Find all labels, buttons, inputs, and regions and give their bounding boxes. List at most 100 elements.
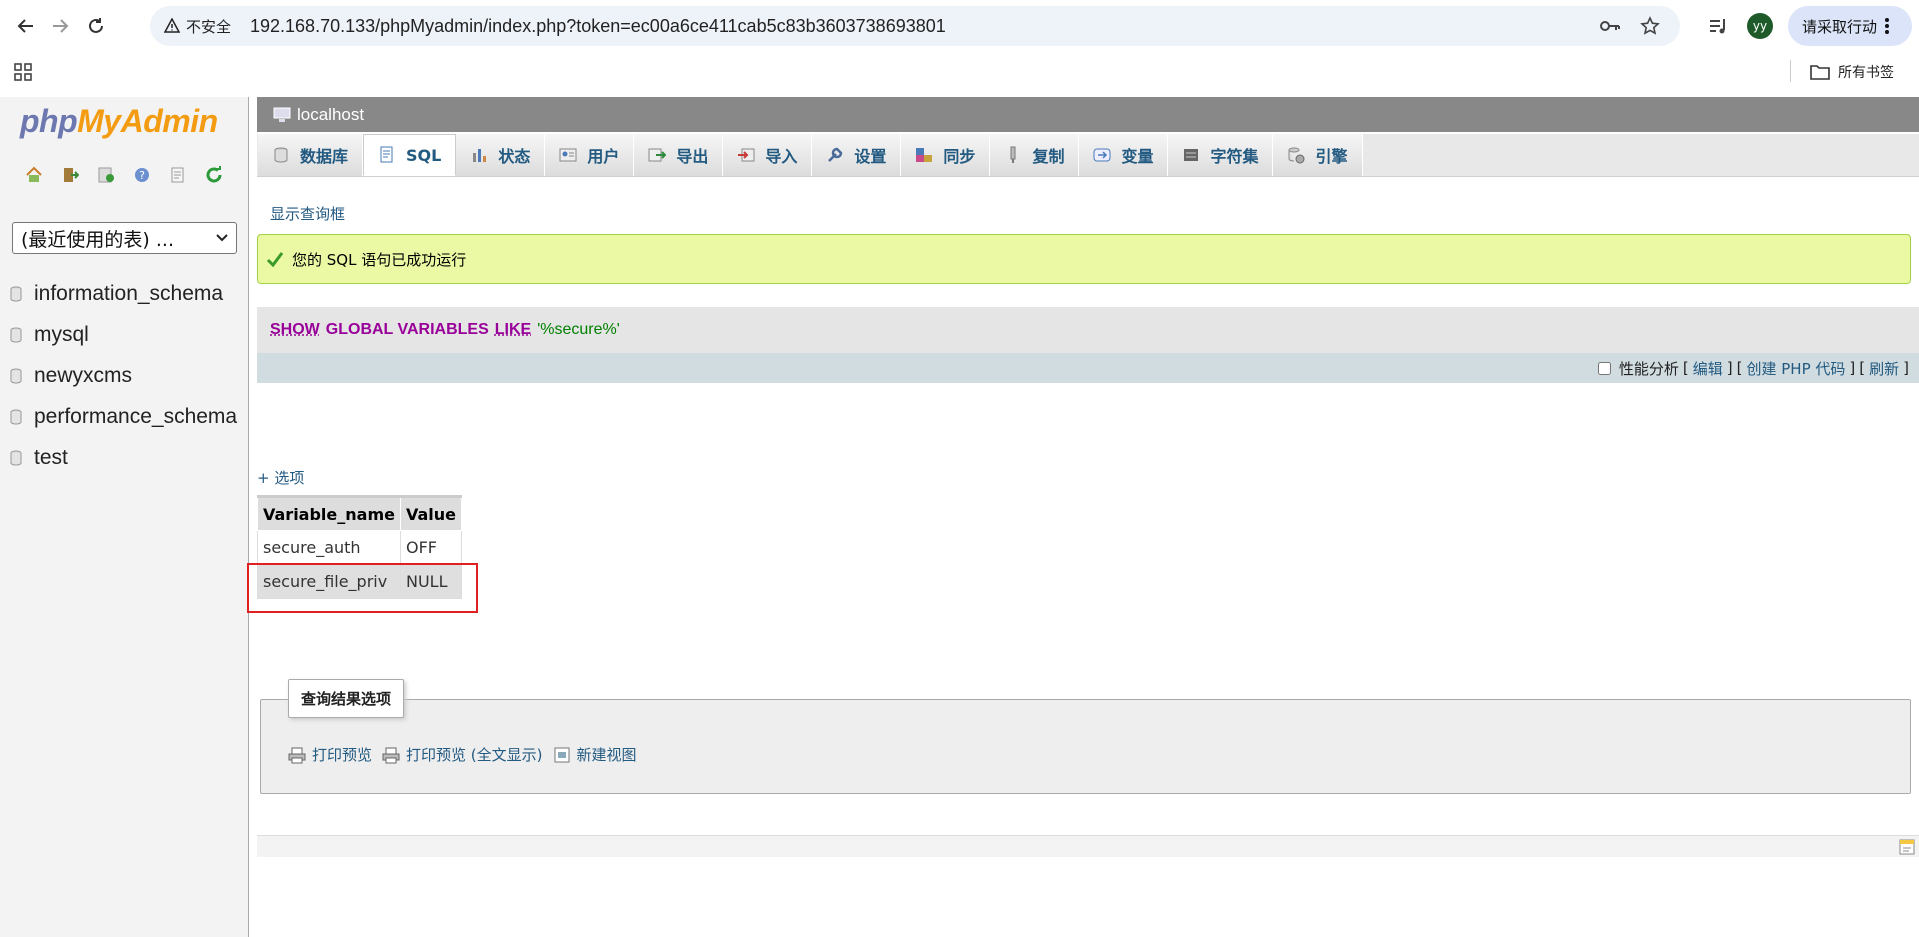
- logout-icon[interactable]: [60, 165, 80, 185]
- top-menu-tabs: 数据库 SQL 状态 用户 导出 导入 设置 同步 复制 变量 字符集 引擎: [257, 134, 1919, 177]
- tab-label: 数据库: [300, 147, 349, 166]
- printer-icon: [382, 747, 400, 763]
- bookmark-star-icon[interactable]: [1638, 14, 1662, 38]
- bracket-open: [: [1682, 359, 1689, 377]
- tab-import[interactable]: 导入: [723, 134, 813, 176]
- database-item[interactable]: information_schema: [0, 273, 249, 314]
- print-view-label: 打印预览: [312, 746, 373, 764]
- table-cell: secure_auth: [257, 530, 401, 565]
- database-icon: [272, 146, 290, 164]
- show-query-box-link[interactable]: 显示查询框: [270, 203, 345, 224]
- security-label: 不安全: [186, 17, 232, 36]
- tab-databases[interactable]: 数据库: [258, 134, 364, 176]
- server-link[interactable]: localhost: [297, 105, 364, 125]
- home-icon[interactable]: [24, 165, 44, 185]
- media-control-icon[interactable]: [1702, 10, 1734, 42]
- table-row[interactable]: secure_auth OFF: [257, 530, 463, 565]
- tab-export[interactable]: 导出: [634, 134, 724, 176]
- tab-label: 用户: [587, 147, 620, 166]
- charset-icon: [1182, 146, 1200, 164]
- tab-label: 导出: [676, 147, 709, 166]
- users-icon: [559, 146, 577, 164]
- security-chip[interactable]: 不安全: [158, 12, 241, 40]
- tab-users[interactable]: 用户: [545, 134, 635, 176]
- folder-icon: [1810, 65, 1830, 80]
- forward-button[interactable]: [44, 10, 76, 42]
- annotation-highlight-box: [247, 563, 478, 613]
- tab-charset[interactable]: 字符集: [1168, 134, 1274, 176]
- edit-query-link[interactable]: 编辑: [1693, 358, 1723, 379]
- sql-keyword-show[interactable]: SHOW: [270, 321, 320, 339]
- tab-sync[interactable]: 同步: [901, 134, 991, 176]
- bracket-close: ]: [1849, 359, 1856, 377]
- logo-myadmin: MyAdmin: [77, 103, 218, 139]
- print-view-full-link[interactable]: 打印预览 (全文显示): [382, 744, 543, 765]
- database-name: mysql: [34, 322, 89, 346]
- url-text[interactable]: 192.168.70.133/phpMyadmin/index.php?toke…: [250, 6, 946, 46]
- main-content: localhost 数据库 SQL 状态 用户 导出 导入 设置 同步 复制 变…: [247, 97, 1919, 937]
- tab-settings[interactable]: 设置: [812, 134, 902, 176]
- refresh-link[interactable]: 刷新: [1869, 358, 1899, 379]
- sql-string-literal: '%secure%': [537, 321, 620, 338]
- database-icon: [10, 368, 22, 384]
- success-message: 您的 SQL 语句已成功运行: [257, 234, 1911, 284]
- create-php-code-link[interactable]: 创建 PHP 代码: [1746, 358, 1845, 379]
- address-bar[interactable]: 不安全 192.168.70.133/phpMyadmin/index.php?…: [150, 6, 1680, 46]
- take-action-label: 请采取行动: [1802, 17, 1878, 36]
- back-button[interactable]: [10, 10, 42, 42]
- database-item[interactable]: performance_schema: [0, 396, 249, 437]
- column-header[interactable]: Variable_name: [257, 495, 401, 531]
- tab-label: 同步: [943, 147, 976, 166]
- left-navigation: phpMyAdmin ? (最近使用的表) ... information_sc…: [0, 97, 249, 937]
- import-icon: [737, 146, 755, 164]
- console-icon[interactable]: [1899, 839, 1915, 855]
- checkmark-icon: [266, 252, 284, 267]
- help-icon[interactable]: ?: [132, 165, 152, 185]
- apps-grid-icon[interactable]: [14, 63, 34, 83]
- sql-keyword-like[interactable]: LIKE: [495, 321, 531, 339]
- forward-arrow-icon: [53, 19, 69, 33]
- create-view-link[interactable]: 新建视图: [553, 744, 637, 765]
- column-header[interactable]: Value: [399, 495, 463, 531]
- database-item[interactable]: mysql: [0, 314, 249, 355]
- variables-icon: [1093, 146, 1111, 164]
- database-item[interactable]: newyxcms: [0, 355, 249, 396]
- database-icon: [10, 286, 22, 302]
- database-icon: [10, 327, 22, 343]
- profile-avatar[interactable]: yy: [1747, 13, 1773, 39]
- tab-engines[interactable]: 引擎: [1273, 134, 1363, 176]
- nav-icon-row: ?: [24, 165, 224, 185]
- tab-label: 字符集: [1210, 147, 1259, 166]
- tab-variables[interactable]: 变量: [1079, 134, 1169, 176]
- query-window-icon[interactable]: [96, 165, 116, 185]
- database-item[interactable]: test: [0, 437, 249, 478]
- all-bookmarks-folder[interactable]: 所有书签: [1810, 60, 1894, 84]
- tab-sql[interactable]: SQL: [363, 134, 457, 176]
- settings-icon: [826, 146, 844, 164]
- reload-button[interactable]: [80, 10, 112, 42]
- sql-keyword-global-variables: GLOBAL VARIABLES: [325, 321, 489, 338]
- tab-label: 设置: [854, 147, 887, 166]
- sync-icon: [915, 146, 933, 164]
- options-toggle-link[interactable]: + 选项: [257, 467, 304, 488]
- recent-tables-select[interactable]: (最近使用的表) ...: [12, 222, 237, 254]
- tab-label: 导入: [765, 147, 798, 166]
- database-icon: [10, 450, 22, 466]
- console-bar: [257, 835, 1919, 857]
- recent-tables-value: (最近使用的表) ...: [21, 228, 174, 251]
- tab-label: SQL: [406, 145, 442, 165]
- profiling-checkbox[interactable]: [1597, 361, 1611, 375]
- more-vert-icon: [1885, 18, 1890, 34]
- phpmyadmin-logo[interactable]: phpMyAdmin: [20, 103, 218, 140]
- print-view-link[interactable]: 打印预览: [288, 744, 372, 765]
- result-options-legend: 查询结果选项: [288, 679, 405, 718]
- server-breadcrumb: localhost: [257, 97, 1919, 132]
- tab-label: 引擎: [1315, 147, 1348, 166]
- docs-icon[interactable]: [168, 165, 188, 185]
- password-key-icon[interactable]: [1598, 14, 1622, 38]
- reload-nav-icon[interactable]: [204, 165, 224, 185]
- bracket-close: ]: [1726, 359, 1733, 377]
- tab-replication[interactable]: 复制: [990, 134, 1080, 176]
- tab-status[interactable]: 状态: [456, 134, 546, 176]
- take-action-button[interactable]: 请采取行动: [1788, 6, 1912, 46]
